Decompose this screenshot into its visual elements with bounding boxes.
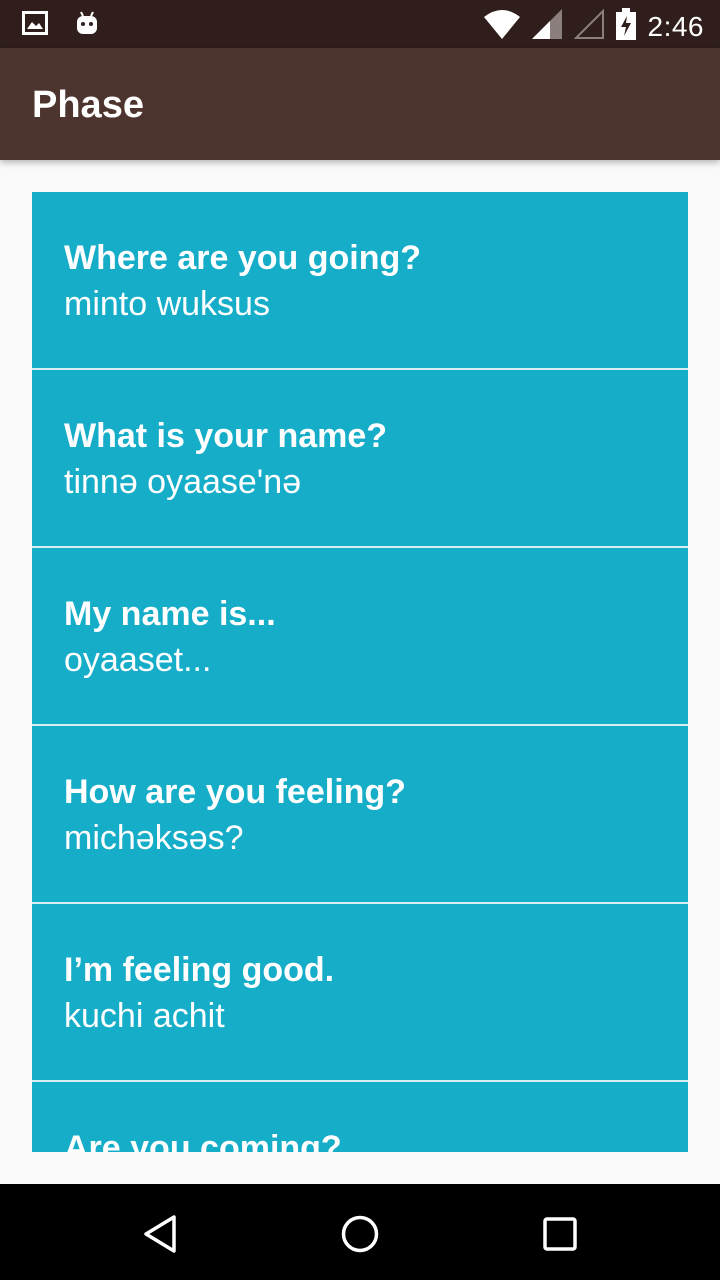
signal-empty-icon <box>573 8 604 44</box>
list-item[interactable]: I’m feeling good. kuchi achit <box>32 904 688 1082</box>
recents-icon[interactable] <box>538 1212 582 1256</box>
phrase-native: michəksəs? <box>64 819 244 857</box>
status-time: 2:46 <box>647 10 704 42</box>
phrase-english: Where are you going? <box>64 239 422 277</box>
page-title: Phase <box>32 84 144 126</box>
status-bar: 2:46 <box>0 0 720 48</box>
phrase-native: oyaaset... <box>64 641 212 679</box>
back-icon[interactable] <box>138 1212 182 1256</box>
phrase-english: What is your name? <box>64 417 388 455</box>
list-item[interactable]: How are you feeling? michəksəs? <box>32 726 688 904</box>
phrase-list[interactable]: Where are you going? minto wuksus What i… <box>32 192 688 1152</box>
phrase-native: minto wuksus <box>64 285 270 323</box>
phrase-english: How are you feeling? <box>64 773 406 811</box>
phrase-native: kuchi achit <box>64 997 225 1035</box>
signal-icon <box>531 9 562 44</box>
phrase-english: I’m feeling good. <box>64 951 335 989</box>
list-item[interactable]: Are you coming? <box>32 1082 688 1152</box>
list-item[interactable]: What is your name? tinnə oyaase'nə <box>32 370 688 548</box>
list-item[interactable]: Where are you going? minto wuksus <box>32 192 688 370</box>
list-item[interactable]: My name is... oyaaset... <box>32 548 688 726</box>
battery-charging-icon <box>615 8 636 45</box>
wifi-icon <box>483 9 520 44</box>
navigation-bar <box>0 1184 720 1280</box>
phrase-english: Are you coming? <box>64 1129 342 1152</box>
image-icon <box>22 11 48 40</box>
phrase-native: tinnə oyaase'nə <box>64 463 302 501</box>
home-icon[interactable] <box>338 1212 382 1256</box>
app-bar: Phase <box>0 48 720 160</box>
phrase-english: My name is... <box>64 595 276 633</box>
android-icon <box>74 10 100 41</box>
